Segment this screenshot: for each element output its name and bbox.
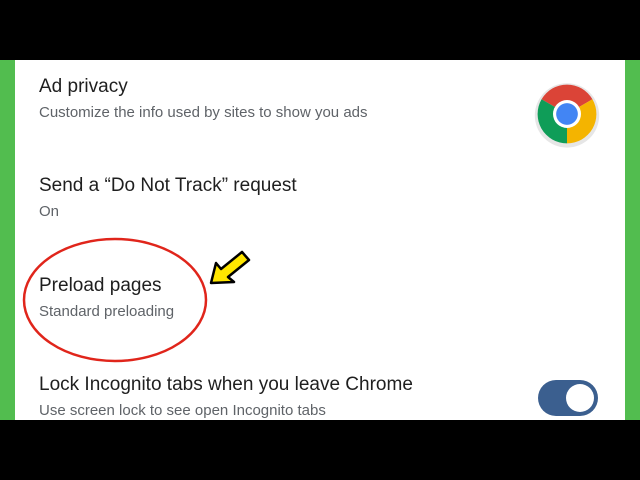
- highlight-circle-annotation: [22, 237, 208, 363]
- left-green-bar: [0, 60, 15, 420]
- setting-lock-incognito-tabs[interactable]: Lock Incognito tabs when you leave Chrom…: [39, 374, 413, 420]
- lock-incognito-toggle[interactable]: [538, 380, 598, 416]
- setting-title: Lock Incognito tabs when you leave Chrom…: [39, 374, 413, 395]
- setting-subtitle: On: [39, 203, 60, 220]
- setting-subtitle: Use screen lock to see open Incognito ta…: [39, 402, 326, 419]
- right-green-bar: [625, 60, 640, 420]
- settings-screen: Ad privacy Customize the info used by si…: [0, 60, 640, 420]
- setting-subtitle: Customize the info used by sites to show…: [39, 104, 368, 121]
- setting-title: Send a “Do Not Track” request: [39, 175, 297, 196]
- chrome-logo-icon: [534, 83, 600, 148]
- arrow-pointer-icon: [209, 250, 251, 285]
- setting-ad-privacy[interactable]: Ad privacy Customize the info used by si…: [39, 76, 368, 122]
- setting-do-not-track[interactable]: Send a “Do Not Track” request On: [39, 175, 297, 221]
- setting-title: Ad privacy: [39, 76, 128, 97]
- toggle-knob: [566, 384, 594, 412]
